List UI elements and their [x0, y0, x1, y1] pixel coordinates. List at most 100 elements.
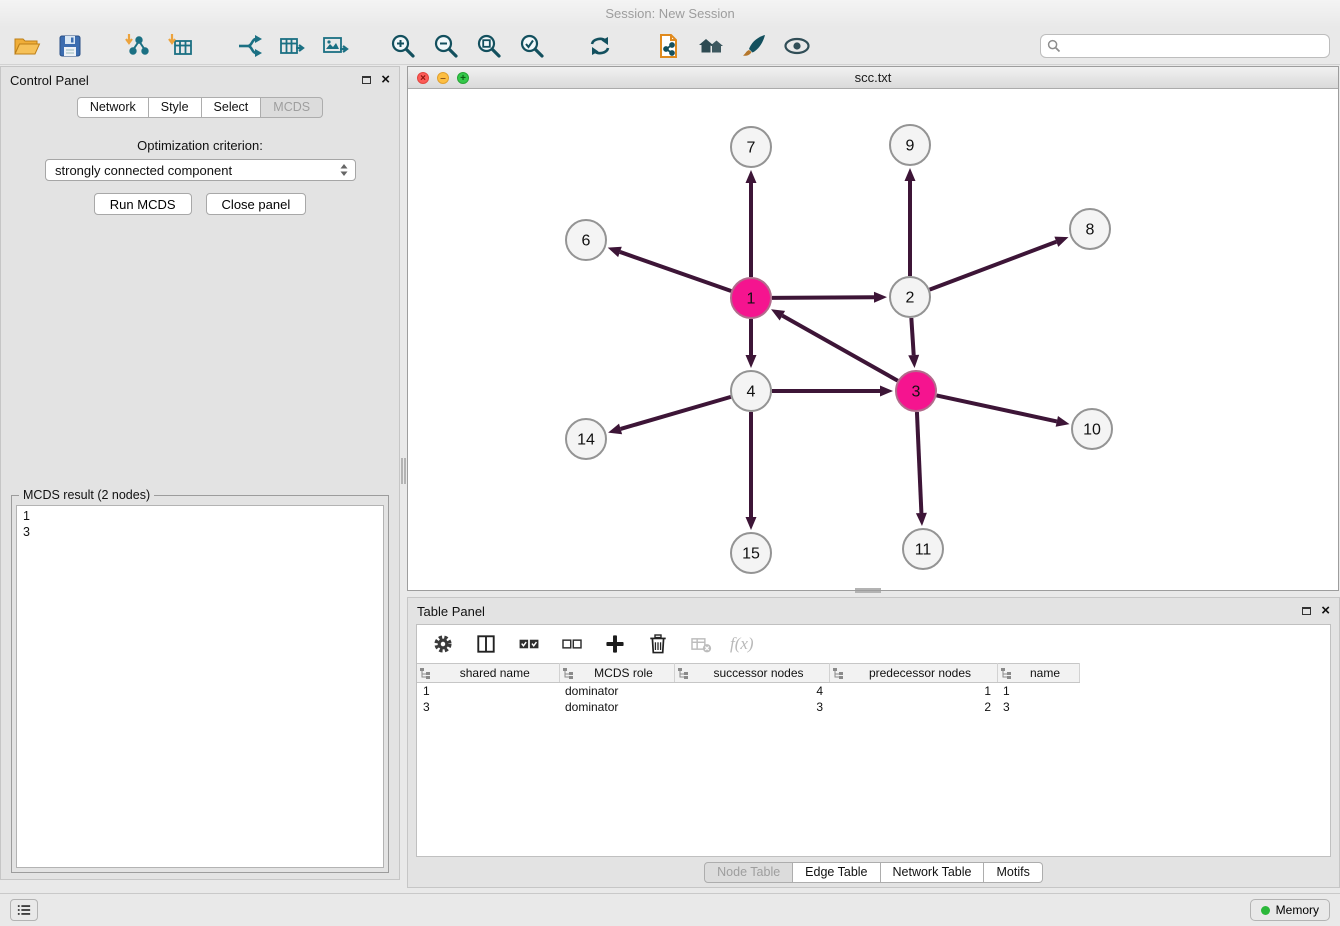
table-row[interactable]: 3 dominator 3 2 3 [417, 699, 1079, 715]
graph-edge-3-1[interactable] [782, 316, 897, 381]
import-table-icon [167, 32, 195, 60]
column-header-mcds-role[interactable]: MCDS role [559, 664, 674, 683]
eye-icon [783, 32, 811, 60]
graph-edge-3-11[interactable] [917, 412, 921, 513]
graph-edge-2-8[interactable] [930, 242, 1057, 290]
graph-edge-3-10[interactable] [937, 395, 1057, 421]
column-header-shared-name[interactable]: shared name [417, 664, 559, 683]
search-box[interactable] [1040, 34, 1330, 58]
network-graph[interactable]: 7968124310141511 [408, 89, 1338, 590]
search-input[interactable] [1065, 37, 1323, 54]
export-network-button[interactable] [232, 30, 266, 62]
mcds-result-list[interactable]: 1 3 [16, 505, 384, 868]
column-header-predecessor-nodes[interactable]: predecessor nodes [829, 664, 997, 683]
float-table-panel-icon[interactable] [1302, 607, 1311, 615]
table-panel-title: Table Panel [417, 604, 485, 619]
save-session-button[interactable] [53, 30, 87, 62]
cell-predecessor-nodes: 1 [829, 683, 997, 699]
home-button[interactable] [694, 30, 728, 62]
table-row[interactable]: 1 dominator 4 1 1 [417, 683, 1079, 699]
graph-edge-arrowhead [880, 386, 893, 397]
columns-icon [474, 631, 498, 657]
zoom-in-button[interactable] [386, 30, 420, 62]
run-mcds-button[interactable]: Run MCDS [94, 193, 192, 215]
graph-edge-4-14[interactable] [621, 397, 731, 429]
refresh-layout-button[interactable] [583, 30, 617, 62]
vertical-splitter-handle[interactable] [401, 458, 406, 484]
create-column-button[interactable] [601, 630, 629, 658]
zoom-fit-button[interactable] [472, 30, 506, 62]
table-settings-button[interactable] [429, 630, 457, 658]
open-session-button[interactable] [10, 30, 44, 62]
delete-table-button[interactable] [687, 630, 715, 658]
style-brush-icon [740, 32, 768, 60]
graph-node-label-2: 2 [906, 290, 915, 307]
control-panel-tabs: Network Style Select MCDS [1, 97, 399, 118]
float-panel-icon[interactable] [362, 76, 371, 84]
status-bar: Memory [0, 893, 1340, 926]
window-maximize-icon[interactable]: + [457, 72, 469, 84]
deselect-all-button[interactable] [558, 630, 586, 658]
window-close-icon[interactable]: × [417, 72, 429, 84]
table-panel-header: Table Panel × [408, 598, 1339, 624]
graph-edge-1-6[interactable] [620, 252, 731, 291]
memory-button[interactable]: Memory [1250, 899, 1330, 921]
tab-edge-table[interactable]: Edge Table [793, 862, 880, 883]
table-area: f(x) shared name MCDS role [416, 624, 1331, 857]
node-table: shared name MCDS role successor nodes pr… [417, 663, 1080, 715]
export-image-button[interactable] [318, 30, 352, 62]
apply-style-button[interactable] [737, 30, 771, 62]
tab-select[interactable]: Select [202, 97, 262, 118]
network-view-window: × – + scc.txt 7968124310141511 [407, 66, 1339, 591]
cell-successor-nodes: 4 [674, 683, 829, 699]
tab-motifs[interactable]: Motifs [984, 862, 1042, 883]
task-history-button[interactable] [10, 899, 38, 921]
column-header-successor-nodes[interactable]: successor nodes [674, 664, 829, 683]
control-panel: Control Panel × Network Style Select MCD… [0, 66, 400, 880]
import-table-button[interactable] [164, 30, 198, 62]
tab-style[interactable]: Style [149, 97, 202, 118]
refresh-icon [586, 32, 614, 60]
zoom-out-button[interactable] [429, 30, 463, 62]
cell-name: 3 [997, 699, 1079, 715]
graph-node-label-15: 15 [742, 546, 760, 563]
zoom-out-icon [432, 32, 460, 60]
zoom-selected-button[interactable] [515, 30, 549, 62]
show-columns-button[interactable] [472, 630, 500, 658]
function-builder-button[interactable]: f(x) [730, 634, 754, 654]
show-hide-graphics-button[interactable] [780, 30, 814, 62]
list-icon [17, 903, 31, 917]
graph-edge-arrowhead [746, 517, 757, 530]
column-header-name[interactable]: name [997, 664, 1079, 683]
network-file-manager-button[interactable] [651, 30, 685, 62]
plus-icon [603, 631, 627, 657]
tab-mcds[interactable]: MCDS [261, 97, 323, 118]
import-network-button[interactable] [121, 30, 155, 62]
close-table-panel-icon[interactable]: × [1321, 605, 1330, 617]
table-panel: Table Panel × [407, 597, 1340, 888]
graph-edge-arrowhead [746, 170, 757, 183]
graph-edge-2-3[interactable] [911, 318, 913, 355]
graph-edge-arrowhead [916, 513, 927, 526]
graph-edge-arrowhead [905, 168, 916, 181]
open-folder-icon [13, 32, 41, 60]
delete-column-button[interactable] [644, 630, 672, 658]
search-icon [1047, 39, 1061, 53]
cell-name: 1 [997, 683, 1079, 699]
optimization-criterion-select[interactable]: strongly connected component [45, 159, 356, 181]
main-toolbar [0, 27, 1340, 65]
export-table-button[interactable] [275, 30, 309, 62]
column-type-icon [563, 668, 574, 679]
select-all-button[interactable] [515, 630, 543, 658]
close-panel-button[interactable]: Close panel [206, 193, 307, 215]
trash-icon [646, 631, 670, 657]
tab-network[interactable]: Network [77, 97, 149, 118]
tab-node-table[interactable]: Node Table [704, 862, 793, 883]
tab-network-table[interactable]: Network Table [881, 862, 985, 883]
window-minimize-icon[interactable]: – [437, 72, 449, 84]
graph-edge-1-2[interactable] [772, 297, 874, 298]
close-panel-icon[interactable]: × [381, 74, 390, 86]
column-type-icon [420, 668, 431, 679]
cell-successor-nodes: 3 [674, 699, 829, 715]
horizontal-splitter-handle[interactable] [855, 588, 881, 593]
